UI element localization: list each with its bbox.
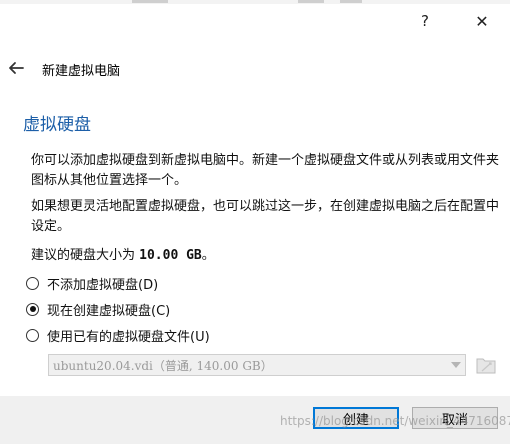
title-strip-mark [340,0,362,3]
description-paragraph: 如果想更灵活地配置虚拟硬盘，也可以跳过这一步，在创建虚拟电脑之后在配置中设定。 [31,199,500,234]
radio-label: 现在创建虚拟硬盘(C) [47,303,171,319]
close-button[interactable]: ✕ [471,10,493,32]
radio-button[interactable] [26,276,39,290]
radio-label: 使用已有的虚拟硬盘文件(U) [47,329,210,345]
recommended-size-text: 建议的硬盘大小为 10.00 GB。 [31,244,215,263]
choose-disk-file-button[interactable] [475,354,497,376]
radio-button[interactable] [26,302,39,316]
radio-create-disk[interactable]: 现在创建虚拟硬盘(C) [26,299,170,319]
title-strip-mark [132,0,168,3]
radio-button[interactable] [26,328,39,342]
recommended-size-suffix: 。 [201,248,215,263]
wizard-title: 新建虚拟电脑 [42,64,121,79]
watermark: https://blog.csdn.net/weixin_44716087 [280,414,510,428]
radio-use-existing-disk[interactable]: 使用已有的虚拟硬盘文件(U) [26,325,210,345]
back-button[interactable] [6,58,26,78]
recommended-size-value: 10.00 GB [139,248,202,263]
existing-disk-value: ubuntu20.04.vdi（普通, 140.00 GB） [53,358,273,373]
chevron-down-icon [447,362,465,368]
help-button[interactable]: ? [414,10,436,32]
page-heading: 虚拟硬盘 [23,115,91,135]
title-strip [0,0,510,4]
radio-no-disk[interactable]: 不添加虚拟硬盘(D) [26,273,158,293]
description-paragraph: 你可以添加虚拟硬盘到新虚拟电脑中。新建一个虚拟硬盘文件或从列表或用文件夹图标从其… [31,153,500,188]
recommended-size-prefix: 建议的硬盘大小为 [31,248,140,263]
arrow-left-icon [9,62,24,74]
radio-label: 不添加虚拟硬盘(D) [47,277,159,293]
folder-icon [476,358,496,374]
existing-disk-select[interactable]: ubuntu20.04.vdi（普通, 140.00 GB） [48,354,466,376]
new-vm-wizard-dialog: ? ✕ 新建虚拟电脑 虚拟硬盘 你可以添加虚拟硬盘到新虚拟电脑中。新建一个虚拟硬… [0,0,510,444]
title-strip-mark [298,0,324,3]
